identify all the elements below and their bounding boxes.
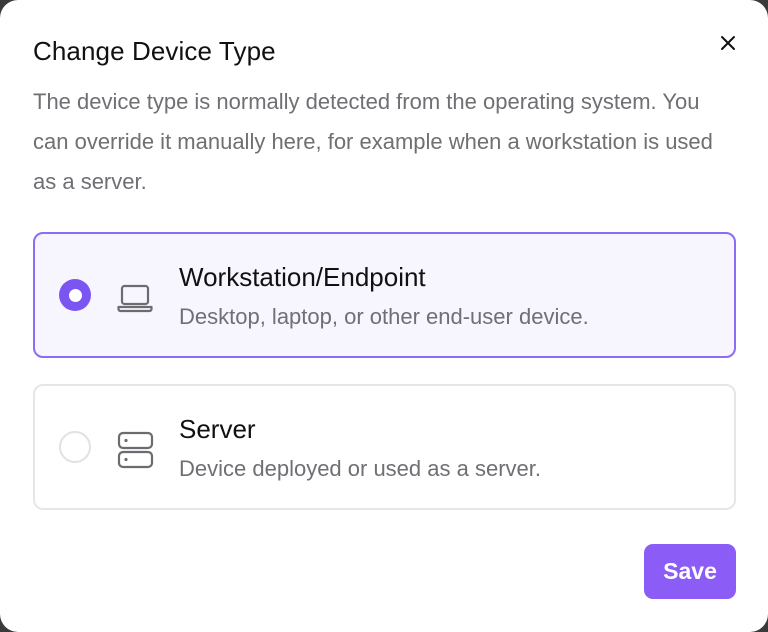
option-title: Server	[179, 414, 256, 444]
option-subtitle: Desktop, laptop, or other end-user devic…	[179, 304, 589, 329]
change-device-type-dialog: Change Device Type The device type is no…	[0, 0, 768, 632]
server-icon	[115, 430, 155, 470]
option-title: Workstation/Endpoint	[179, 262, 426, 292]
radio-workstation-endpoint[interactable]	[59, 279, 91, 311]
laptop-icon	[115, 278, 155, 318]
dialog-description: The device type is normally detected fro…	[33, 89, 713, 194]
close-button[interactable]	[712, 28, 744, 60]
option-subtitle: Device deployed or used as a server.	[179, 456, 541, 481]
close-icon	[720, 35, 736, 54]
radio-server[interactable]	[59, 431, 91, 463]
save-button[interactable]: Save	[644, 544, 736, 599]
option-server[interactable]: Server Device deployed or used as a serv…	[33, 384, 736, 510]
option-workstation-endpoint[interactable]: Workstation/Endpoint Desktop, laptop, or…	[33, 232, 736, 358]
radio-selected-dot	[68, 288, 82, 302]
dialog-title: Change Device Type	[33, 36, 276, 66]
